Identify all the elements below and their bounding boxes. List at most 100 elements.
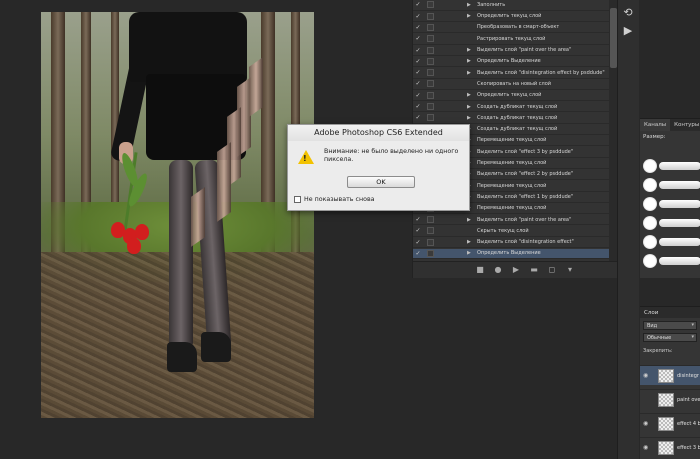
layer-row[interactable]: paint ove	[640, 389, 700, 409]
dialog-title: Adobe Photoshop CS6 Extended	[288, 125, 469, 141]
play-icon[interactable]: ▶	[512, 266, 520, 274]
brush-preset[interactable]	[643, 214, 700, 230]
action-step[interactable]: ✓ Преобразовать в смарт-объект	[413, 23, 609, 34]
brush-preset[interactable]	[643, 195, 700, 211]
dialog-toggle-box[interactable]	[427, 46, 434, 54]
expand-triangle-icon[interactable]: ▶	[467, 217, 477, 223]
stop-icon[interactable]: ■	[476, 266, 484, 274]
layer-filter-select[interactable]: Вид ▾	[643, 321, 697, 330]
brush-preset[interactable]	[643, 252, 700, 268]
layer-row[interactable]: ◉ effect 4 b	[640, 413, 700, 433]
dialog-toggle-box[interactable]	[427, 57, 434, 65]
brush-panel-tabs: Каналы Контуры	[640, 119, 700, 131]
toggle-check-icon[interactable]: ✓	[413, 250, 423, 257]
dialog-toggle-box[interactable]	[427, 91, 434, 99]
expand-triangle-icon[interactable]: ▶	[467, 250, 477, 256]
toggle-check-icon[interactable]: ✓	[413, 114, 423, 121]
action-step[interactable]: ✓ ▶ Выделить слой "paint over the area"	[413, 45, 609, 56]
action-step-label: Преобразовать в смарт-объект	[477, 24, 560, 31]
toggle-check-icon[interactable]: ✓	[413, 103, 423, 110]
toggle-check-icon[interactable]: ✓	[413, 80, 423, 87]
dialog-toggle-box[interactable]	[427, 80, 434, 88]
toggle-check-icon[interactable]: ✓	[413, 35, 423, 42]
expand-triangle-icon[interactable]: ▶	[467, 70, 477, 76]
chevron-down-icon: ▾	[691, 322, 694, 328]
dialog-toggle-box[interactable]	[427, 216, 434, 224]
brush-preset[interactable]	[643, 157, 700, 173]
visibility-eye-icon[interactable]: ◉	[643, 444, 648, 451]
expand-triangle-icon[interactable]: ▶	[467, 239, 477, 245]
expand-triangle-icon[interactable]: ▶	[467, 115, 477, 121]
checkbox-box[interactable]	[294, 196, 301, 203]
action-step-label: Создать дубликат текущ слой	[477, 103, 558, 110]
dialog-toggle-box[interactable]	[427, 35, 434, 43]
trash-icon[interactable]: ▾	[566, 266, 574, 274]
layer-name: disintegr	[677, 373, 699, 379]
dialog-toggle-box[interactable]	[427, 114, 434, 122]
toggle-check-icon[interactable]: ✓	[413, 92, 423, 99]
expand-triangle-icon[interactable]: ▶	[467, 104, 477, 110]
actions-icon[interactable]: ▶	[620, 24, 636, 38]
expand-triangle-icon[interactable]: ▶	[467, 92, 477, 98]
ok-button[interactable]: OK	[347, 176, 415, 188]
brush-preset[interactable]	[643, 176, 700, 192]
tab-layers[interactable]: Слои	[640, 307, 700, 318]
action-step-label: Определить текущ слой	[477, 92, 542, 99]
visibility-eye-icon[interactable]: ◉	[643, 372, 648, 379]
panel-dock-strip	[617, 0, 639, 459]
toggle-check-icon[interactable]: ✓	[413, 24, 423, 31]
figure-shoe	[201, 332, 231, 362]
action-step-label: Перемещение текущ слой	[477, 205, 547, 212]
dialog-toggle-box[interactable]	[427, 249, 434, 257]
blend-mode-select[interactable]: Обычные ▾	[643, 333, 697, 342]
record-icon[interactable]: ●	[494, 266, 502, 274]
action-step[interactable]: ✓ ▶ Определить Выделение	[413, 248, 609, 260]
toggle-check-icon[interactable]: ✓	[413, 58, 423, 65]
action-step[interactable]: ✓ ▶Создать дубликат текущ слой	[413, 113, 609, 124]
folder-icon[interactable]: ▬	[530, 266, 538, 274]
expand-triangle-icon[interactable]: ▶	[467, 47, 477, 53]
action-step[interactable]: ✓ ▶ Выделить слой "disintegration effect b…	[413, 68, 609, 79]
tab-channels[interactable]: Каналы	[640, 119, 671, 131]
action-step-label: Выделить слой "disintegration effect by …	[477, 69, 605, 76]
toggle-check-icon[interactable]: ✓	[413, 227, 423, 234]
dialog-toggle-box[interactable]	[427, 23, 434, 31]
action-step-label: Определить Выделение	[477, 250, 541, 257]
dialog-toggle-box[interactable]	[427, 227, 434, 235]
dialog-toggle-box[interactable]	[427, 69, 434, 77]
tab-paths[interactable]: Контуры	[670, 119, 700, 131]
action-step[interactable]: ✓ Скопировать на новый слой	[413, 79, 609, 90]
action-step[interactable]: ✓ Растрировать текущ слой	[413, 34, 609, 45]
expand-triangle-icon[interactable]: ▶	[467, 13, 477, 19]
history-icon[interactable]: ⟲	[620, 6, 636, 20]
visibility-eye-icon[interactable]: ◉	[643, 420, 648, 427]
action-step[interactable]: ✓ ▶ Заполнить	[413, 0, 609, 11]
layer-row[interactable]: ◉ disintegr	[640, 365, 700, 385]
toggle-check-icon[interactable]: ✓	[413, 239, 423, 246]
brush-preset[interactable]	[643, 233, 700, 249]
toggle-check-icon[interactable]: ✓	[413, 69, 423, 76]
dialog-toggle-box[interactable]	[427, 12, 434, 20]
action-step[interactable]: ✓ ▶ Выделить слой "disintegration effect"	[413, 237, 609, 249]
toggle-check-icon[interactable]: ✓	[413, 216, 423, 223]
dialog-toggle-box[interactable]	[427, 238, 434, 246]
expand-triangle-icon[interactable]: ▶	[467, 2, 477, 8]
dont-show-again-checkbox[interactable]: Не показывать снова	[294, 196, 375, 203]
action-step[interactable]: ✓ Скрыть текущ слой	[413, 226, 609, 237]
document-canvas[interactable]	[41, 12, 314, 418]
action-step[interactable]: ✓ ▶ Выделить слой "paint over the area"	[413, 215, 609, 226]
action-step[interactable]: ✓ ▶Создать дубликат текущ слой	[413, 102, 609, 113]
action-step-label: Выделить слой "effect 1 by psddude"	[477, 193, 574, 200]
toggle-check-icon[interactable]: ✓	[413, 47, 423, 54]
layer-row[interactable]: ◉ effect 3 b	[640, 437, 700, 457]
new-action-icon[interactable]: ◻	[548, 266, 556, 274]
toggle-check-icon[interactable]: ✓	[413, 13, 423, 20]
toggle-check-icon[interactable]: ✓	[413, 1, 423, 8]
action-step[interactable]: ✓ ▶ Определить текущ слой	[413, 90, 609, 102]
action-step[interactable]: ✓ ▶ Определить Выделение	[413, 57, 609, 68]
action-step[interactable]: ✓ ▶ Определить текущ слой	[413, 11, 609, 23]
expand-triangle-icon[interactable]: ▶	[467, 58, 477, 64]
actions-scroll-thumb[interactable]	[610, 8, 617, 68]
dialog-toggle-box[interactable]	[427, 1, 434, 9]
dialog-toggle-box[interactable]	[427, 103, 434, 111]
